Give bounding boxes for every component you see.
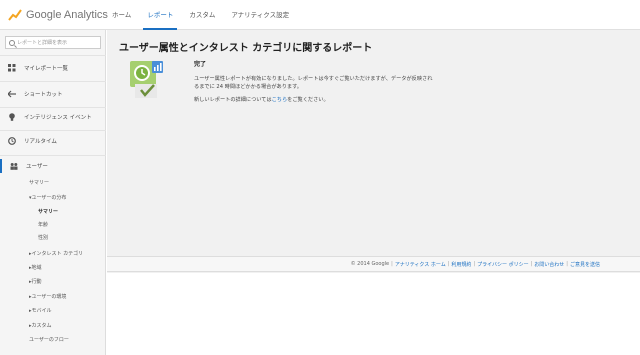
brand-logo[interactable]: Google Analytics [8,7,108,23]
status-title: 完了 [194,61,207,68]
brand-name: Google Analytics [26,9,108,21]
footer-link-contact[interactable]: お問い合わせ [534,261,564,268]
nav-users-flow[interactable]: ユーザーのフロー [29,336,69,343]
analytics-logo-icon [8,9,22,21]
sidebar-item-label: マイレポート一覧 [24,66,69,72]
sidebar-item-label: インテリジェンス イベント [24,115,92,121]
top-bar: Google Analytics ホーム レポート カスタム アナリティクス設定 [0,0,640,30]
footer-link-privacy[interactable]: プライバシー ポリシー [477,261,529,268]
content-background [107,273,640,355]
message-line-2: るまでに 24 時間ほどかかる場合があります。 [194,84,302,90]
sidebar-item-realtime[interactable]: リアルタイム [0,134,106,148]
footer-divider: | [447,261,450,267]
sidebar-item-dashboards[interactable]: マイレポート一覧 [0,61,106,75]
footer-link-terms[interactable]: 利用規約 [451,261,471,268]
main-content: ユーザー属性とインタレスト カテゴリに関するレポート 完了 ユーザー属性レポート… [107,30,640,355]
footer-link-analytics-home[interactable]: アナリティクス ホーム [395,261,446,268]
divider [0,130,106,131]
footer-divider: | [473,261,476,267]
sidebar-item-shortcuts[interactable]: ショートカット [0,87,106,101]
sidebar-item-intelligence[interactable]: インテリジェンス イベント [0,110,106,124]
nav-demographics-summary[interactable]: サマリー [38,208,58,215]
nav-geo[interactable]: ▸地域 [29,264,42,271]
bulb-icon [9,113,15,121]
nav-demographics[interactable]: ▾ユーザーの分布 [29,194,66,201]
nav-custom[interactable]: カスタム [181,0,223,30]
nav-custom[interactable]: ▸カスタム [29,322,52,329]
message-body: ユーザー属性レポートが有効になりました。レポートは今すぐご覧いただけますが、デー… [194,75,454,91]
users-icon [10,163,18,170]
sidebar-item-label: ショートカット [24,92,63,98]
nav-gender[interactable]: 性別 [38,234,48,241]
divider [0,55,106,56]
message-line-1: ユーザー属性レポートが有効になりました。レポートは今すぐご覧いただけますが、デー… [194,76,433,82]
search-icon [9,39,15,46]
sidebar: レポートと詳細を表示 マイレポート一覧 ショートカット インテリジェンス イベン… [0,30,106,355]
footer-divider: | [566,261,568,267]
nav-technology[interactable]: ▸ユーザーの環境 [29,293,66,300]
sidebar-item-audience[interactable]: ユーザー [0,159,106,173]
footer-divider: | [391,261,393,267]
more-info: 新しいレポートの詳細についてはこちらをご覧ください。 [194,96,454,103]
nav-admin[interactable]: アナリティクス設定 [223,0,297,30]
report-search-input[interactable]: レポートと詳細を表示 [5,36,101,49]
report-chart-illustration-icon [130,61,163,98]
nav-age[interactable]: 年齢 [38,221,48,228]
clock-icon [8,137,16,145]
search-placeholder: レポートと詳細を表示 [17,40,68,46]
main-nav: ホーム レポート カスタム アナリティクス設定 [104,0,297,30]
arrow-left-icon [8,90,16,98]
footer-copyright: © 2014 Google [350,261,390,267]
footer-link-feedback[interactable]: ご意見を送信 [570,261,600,268]
more-info-link[interactable]: こちら [272,97,288,103]
page-title: ユーザー属性とインタレスト カテゴリに関するレポート [119,43,373,54]
footer-divider: | [530,261,533,267]
footer: © 2014 Google | アナリティクス ホーム | 利用規約 | プライ… [107,256,640,272]
nav-audience-summary[interactable]: サマリー [29,179,49,186]
nav-behavior[interactable]: ▸行動 [29,278,42,285]
sidebar-item-label: リアルタイム [24,139,57,145]
more-info-suffix: をご覧ください。 [287,97,329,103]
nav-home[interactable]: ホーム [104,0,139,30]
divider [0,81,106,82]
completion-message: 完了 ユーザー属性レポートが有効になりました。レポートは今すぐご覧いただけますが… [194,59,454,103]
divider [0,155,106,156]
nav-mobile[interactable]: ▸モバイル [29,307,52,314]
divider [0,107,106,108]
sidebar-item-label: ユーザー [26,164,48,170]
more-info-prefix: 新しいレポートの詳細については [194,97,272,103]
nav-reports[interactable]: レポート [139,0,181,30]
nav-interests[interactable]: ▸インタレスト カテゴリ [29,250,83,257]
grid-icon [8,64,16,72]
